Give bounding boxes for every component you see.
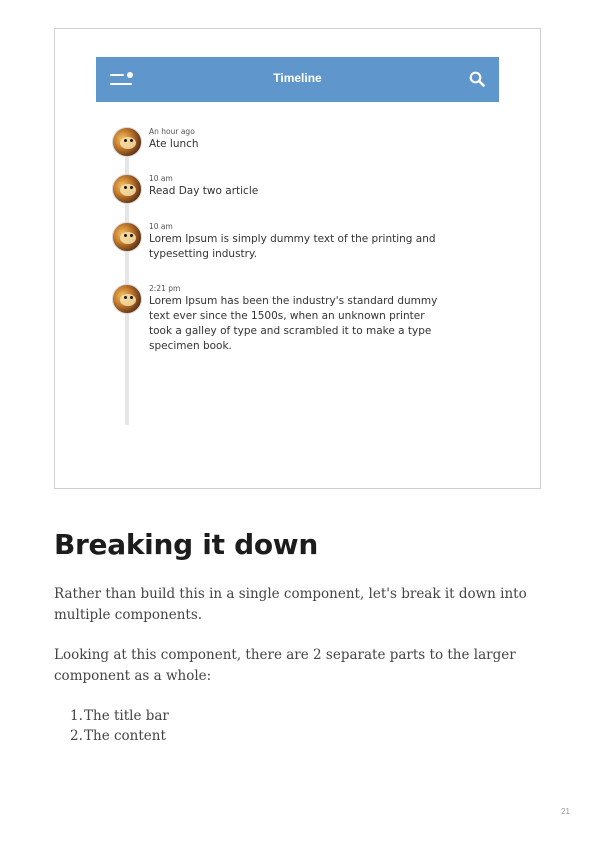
avatar [112,222,142,252]
section-heading: Breaking it down [54,528,318,561]
avatar [112,174,142,204]
title-bar: Timeline [96,57,499,102]
screenshot-figure: Timeline An hour ago Ate lunch 10 am Rea… [54,28,541,489]
timeline-app: Timeline An hour ago Ate lunch 10 am Rea… [96,57,499,425]
list-item: 1. The title bar [70,706,169,726]
event-text: Lorem Ipsum has been the industry's stan… [149,295,438,352]
page-number: 21 [561,807,570,816]
parts-list: 1. The title bar 2. The content [70,706,169,746]
event-text: Read Day two article [149,185,259,197]
list-item-text: The title bar [84,708,169,724]
list-item: 2. The content [70,726,169,746]
event-text: Lorem Ipsum is simply dummy text of the … [149,233,436,260]
avatar [112,284,142,314]
avatar [112,127,142,157]
list-item-number: 2. [70,728,83,744]
list-item-number: 1. [70,708,83,724]
timeline-content: An hour ago Ate lunch 10 am Read Day two… [96,102,499,425]
event-time: An hour ago [149,127,195,136]
event-time: 2:21 pm [149,284,181,293]
event-text: Ate lunch [149,138,199,150]
event-time: 10 am [149,174,173,183]
search-icon[interactable] [469,71,485,87]
app-title: Timeline [273,71,322,85]
event-time: 10 am [149,222,173,231]
paragraph: Rather than build this in a single compo… [54,586,527,623]
paragraph: Looking at this component, there are 2 s… [54,647,516,684]
list-item-text: The content [84,728,166,744]
